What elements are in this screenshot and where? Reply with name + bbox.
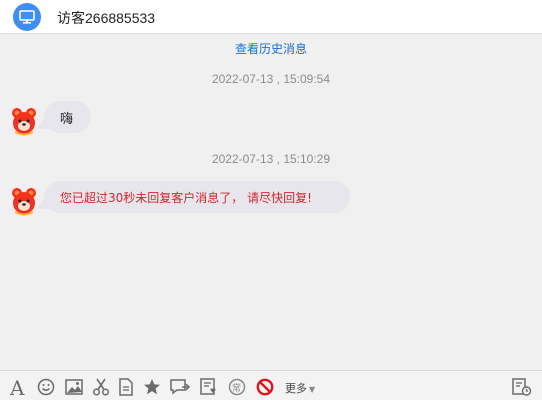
- image-icon[interactable]: [64, 377, 84, 397]
- chevron-down-icon: ▼: [309, 385, 316, 394]
- input-toolbar: A 常 更多 ▼: [0, 370, 542, 400]
- message-timestamp: 2022-07-13 , 15:09:54: [211, 72, 331, 86]
- monitor-icon: [13, 3, 41, 31]
- chat-history-icon[interactable]: [512, 377, 532, 397]
- message-bubble: 嗨: [44, 101, 91, 133]
- transfer-chat-icon[interactable]: [170, 377, 190, 397]
- emoji-icon[interactable]: [36, 377, 56, 397]
- file-icon[interactable]: [116, 377, 136, 397]
- system-reminder-bubble: 您已超过30秒未回复客户消息了， 请尽快回复!: [44, 181, 350, 213]
- view-history-link[interactable]: 查看历史消息: [0, 40, 542, 57]
- svg-text:常: 常: [232, 382, 241, 394]
- bear-avatar-icon: [10, 106, 38, 136]
- font-icon[interactable]: A: [8, 377, 28, 397]
- more-dropdown[interactable]: 更多 ▼: [285, 380, 315, 396]
- common-phrases-icon[interactable]: 常: [227, 377, 247, 397]
- chat-header: 访客266885533: [0, 0, 542, 34]
- block-icon[interactable]: [255, 377, 275, 397]
- bear-avatar-icon: [10, 186, 38, 216]
- visitor-name: 访客266885533: [57, 10, 156, 26]
- favorite-star-icon[interactable]: [142, 377, 162, 397]
- chat-area[interactable]: 查看历史消息 2022-07-13 , 15:09:54 嗨 2022-07-1…: [0, 34, 542, 370]
- evaluation-icon[interactable]: [199, 377, 219, 397]
- screenshot-scissors-icon[interactable]: [91, 377, 111, 397]
- more-label: 更多: [285, 382, 307, 395]
- message-timestamp: 2022-07-13 , 15:10:29: [211, 152, 331, 166]
- svg-text:A: A: [9, 377, 25, 397]
